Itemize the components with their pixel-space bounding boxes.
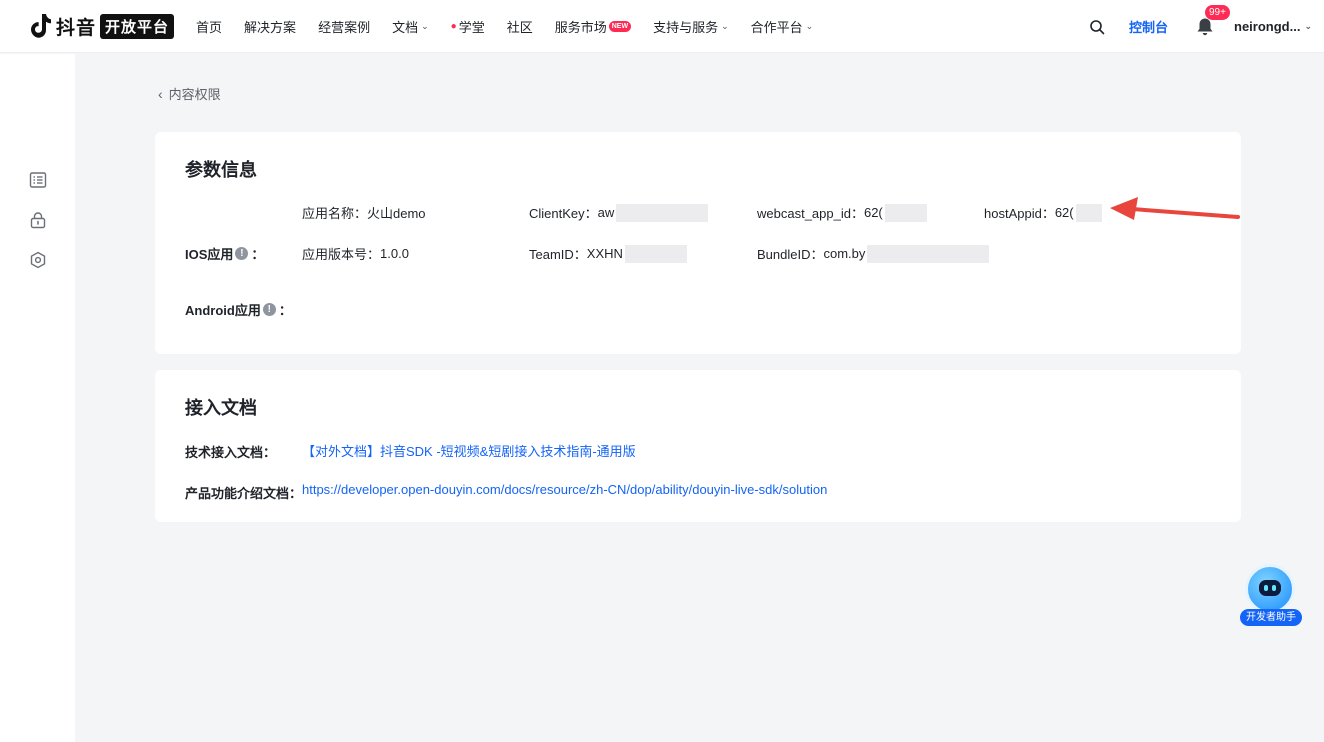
search-icon[interactable] [1089, 19, 1105, 35]
webcast-app-id-field: webcast_app_id： 62( [757, 203, 927, 222]
client-key-field: ClientKey： aw [529, 203, 709, 222]
team-id-field: TeamID： XXHN [529, 244, 687, 263]
lock-icon[interactable] [29, 211, 47, 229]
ios-app-label-text: IOS应用 [185, 247, 234, 262]
nav-item-label: 学堂 [458, 19, 485, 35]
brand-badge: 开放平台 [100, 13, 175, 39]
console-link[interactable]: 控制台 [1129, 17, 1168, 36]
list-icon[interactable] [29, 171, 47, 189]
params-card: 参数信息 应用名称： 火山demo ClientKey： aw webcast_… [155, 132, 1241, 354]
webcast-app-id-value: 62( [863, 205, 883, 220]
header-right: 控制台 99+ neirongd... ⌄ [1089, 0, 1324, 53]
brand-text: 抖音 [56, 17, 97, 39]
chevron-left-icon: ‹ [158, 85, 163, 102]
docs-card: 接入文档 技术接入文档： 【对外文档】抖音SDK -短视频&短剧接入技术指南-通… [155, 370, 1241, 522]
android-app-label-text: Android应用 [185, 303, 261, 318]
nav-item-1[interactable]: 解决方案 [244, 17, 296, 36]
robot-eye [1272, 585, 1276, 591]
bell-icon [1197, 18, 1213, 35]
nav-item-4[interactable]: ● 学堂 [451, 17, 485, 36]
info-icon[interactable]: ! [235, 247, 249, 260]
notification-badge: 99+ [1205, 4, 1230, 20]
app-name-field: 应用名称： 火山demo [302, 203, 426, 222]
robot-eye [1264, 585, 1268, 591]
nav-item-label: 首页 [196, 19, 223, 35]
assistant-label: 开发者助手 [1240, 609, 1302, 626]
nav-item-3[interactable]: 文档 ⌄ [392, 17, 429, 36]
product-doc-link[interactable]: https://developer.open-douyin.com/docs/r… [302, 482, 827, 497]
user-name: neirongd... [1234, 19, 1301, 34]
nav-item-label: 社区 [506, 19, 533, 35]
nav-item-8[interactable]: 合作平台 ⌄ [751, 17, 814, 36]
app-version-field: 应用版本号： 1.0.0 [302, 244, 409, 263]
nav-item-2[interactable]: 经营案例 [318, 17, 370, 36]
app-version-label: 应用版本号： [302, 247, 381, 262]
tech-doc-link[interactable]: 【对外文档】抖音SDK -短视频&短剧接入技术指南-通用版 [302, 441, 636, 460]
app-version-value: 1.0.0 [380, 246, 409, 261]
android-colon: ： [278, 303, 292, 318]
bundle-id-label: BundleID： [757, 247, 824, 262]
hexagon-settings-icon[interactable] [29, 251, 47, 269]
top-header: 抖音 开放平台 首页 解决方案 经营案例 文档 ⌄ ● 学堂 社区 服务市场 NEW 支持与服务 ⌄ 合… [0, 0, 1324, 53]
nav-item-6[interactable]: 服务市场 NEW [554, 17, 632, 36]
new-badge: NEW [608, 20, 632, 32]
host-appid-label: hostAppid： [984, 206, 1055, 221]
nav-item-label: 支持与服务 [653, 19, 719, 35]
nav-item-5[interactable]: 社区 [507, 17, 533, 36]
host-appid-field: hostAppid： 62( [984, 203, 1102, 222]
team-id-value: XXHN [586, 246, 623, 261]
team-id-label: TeamID： [529, 247, 587, 262]
developer-assistant-button[interactable]: 开发者助手 [1240, 562, 1302, 626]
docs-card-title: 接入文档 [185, 398, 257, 418]
product-doc-label: 产品功能介绍文档： [185, 486, 303, 501]
android-app-label: Android应用 ! ： [185, 300, 292, 319]
left-sidebar [0, 54, 75, 742]
robot-avatar-icon [1245, 564, 1295, 614]
chevron-down-icon: ⌄ [421, 20, 429, 31]
redacted-block [624, 244, 687, 263]
robot-face [1259, 580, 1281, 596]
back-link[interactable]: ‹ 内容权限 [158, 84, 221, 103]
client-key-value: aw [597, 205, 615, 220]
info-icon[interactable]: ! [262, 303, 276, 316]
client-key-label: ClientKey： [529, 206, 598, 221]
user-menu[interactable]: neirongd... ⌄ [1234, 19, 1312, 34]
tech-doc-label: 技术接入文档： [185, 445, 277, 460]
redacted-block [616, 203, 709, 222]
nav-item-label: 文档 [392, 19, 419, 35]
nav-item-7[interactable]: 支持与服务 ⌄ [653, 17, 729, 36]
bundle-id-field: BundleID： com.by [757, 244, 990, 263]
app-name-label: 应用名称： [302, 206, 368, 221]
webcast-app-id-label: webcast_app_id： [757, 206, 864, 221]
nav-item-label: 经营案例 [318, 19, 371, 35]
chevron-down-icon: ⌄ [805, 20, 814, 31]
douyin-logo-icon [31, 14, 51, 38]
nav-item-label: 服务市场 [554, 19, 607, 35]
nav-item-0[interactable]: 首页 [196, 17, 222, 36]
ios-app-label: IOS应用 ! ： [185, 244, 264, 263]
redacted-block [884, 203, 927, 222]
ios-colon: ： [251, 247, 265, 262]
main-nav: 首页 解决方案 经营案例 文档 ⌄ ● 学堂 社区 服务市场 NEW 支持与服务 ⌄ 合作平台 ⌄ [196, 0, 835, 53]
chevron-down-icon: ⌄ [721, 20, 729, 31]
back-label: 内容权限 [168, 87, 221, 102]
flame-icon: ● [450, 20, 457, 32]
nav-item-label: 解决方案 [244, 19, 297, 35]
redacted-block [1075, 203, 1102, 222]
notification-bell[interactable]: 99+ [1196, 4, 1230, 37]
annotation-arrow-icon [1110, 197, 1240, 220]
chevron-down-icon: ⌄ [1304, 21, 1312, 31]
params-card-title: 参数信息 [185, 160, 257, 180]
nav-item-label: 合作平台 [750, 19, 803, 35]
brand-logo[interactable]: 抖音 开放平台 [30, 0, 175, 53]
redacted-block [867, 244, 990, 263]
app-name-value: 火山demo [367, 206, 426, 221]
bundle-id-value: com.by [823, 246, 866, 261]
host-appid-value: 62( [1054, 205, 1074, 220]
